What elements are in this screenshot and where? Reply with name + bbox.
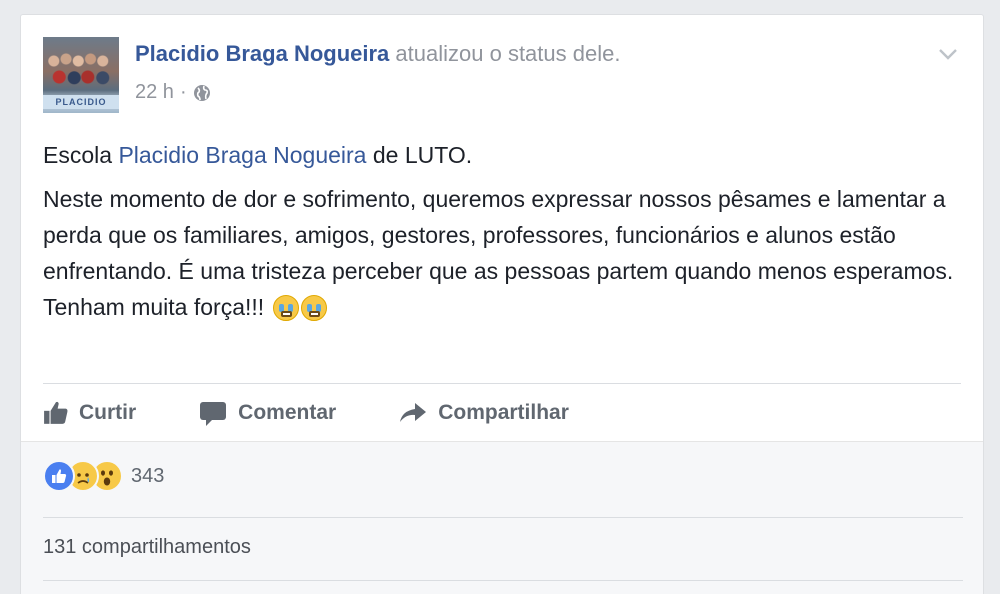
- post-meta: 22 h ·: [135, 81, 211, 104]
- action-bar: Curtir Comentar Compartilhar: [43, 391, 968, 435]
- avatar-photo: [47, 49, 115, 89]
- actions-divider: [43, 383, 961, 384]
- reaction-count[interactable]: 343: [131, 465, 164, 488]
- comment-label: Comentar: [238, 401, 337, 424]
- like-label: Curtir: [79, 401, 137, 424]
- share-button[interactable]: Compartilhar: [398, 400, 569, 426]
- post-footer: 343 131 compartilhamentos: [21, 441, 983, 594]
- post-title: Placidio Braga Nogueira atualizou o stat…: [135, 41, 620, 67]
- globe-icon[interactable]: [193, 84, 211, 102]
- post-headline: Escola Placidio Braga Nogueira de LUTO.: [43, 137, 968, 173]
- meta-separator: ·: [179, 81, 187, 103]
- author-name[interactable]: Placidio Braga Nogueira: [135, 41, 389, 66]
- reactions-summary[interactable]: 343: [43, 460, 164, 492]
- action-text: atualizou o status dele.: [395, 41, 621, 66]
- like-button[interactable]: Curtir: [43, 400, 136, 426]
- stats-divider: [43, 517, 963, 518]
- footer-divider: [43, 580, 963, 581]
- post-closing: Tenham muita força!!!: [43, 289, 968, 325]
- shares-count[interactable]: 131 compartilhamentos: [43, 536, 251, 559]
- comment-bubble-icon: [200, 402, 227, 426]
- headline-prefix: Escola: [43, 142, 119, 168]
- comment-button[interactable]: Comentar: [198, 399, 336, 427]
- share-arrow-icon: [400, 403, 427, 422]
- crying-face-emoji: [300, 295, 327, 321]
- closing-text: Tenham muita força!!!: [43, 294, 265, 320]
- headline-suffix: de LUTO.: [366, 142, 473, 168]
- crying-face-emoji: [272, 295, 299, 321]
- thumbs-up-icon: [44, 401, 68, 424]
- post-card: PLACIDIO Placidio Braga Nogueira atualiz…: [20, 14, 984, 594]
- post-body: Escola Placidio Braga Nogueira de LUTO. …: [43, 137, 968, 325]
- post-time[interactable]: 22 h: [135, 81, 174, 104]
- share-label: Compartilhar: [438, 401, 569, 424]
- post-paragraph: Neste momento de dor e sofrimento, quere…: [43, 186, 954, 284]
- chevron-down-icon[interactable]: [937, 43, 959, 65]
- post-header: PLACIDIO Placidio Braga Nogueira atualiz…: [43, 37, 961, 117]
- like-reaction-icon: [43, 460, 75, 492]
- avatar[interactable]: PLACIDIO: [43, 37, 119, 113]
- page-mention-link[interactable]: Placidio Braga Nogueira: [118, 142, 366, 168]
- avatar-banner: PLACIDIO: [43, 95, 119, 109]
